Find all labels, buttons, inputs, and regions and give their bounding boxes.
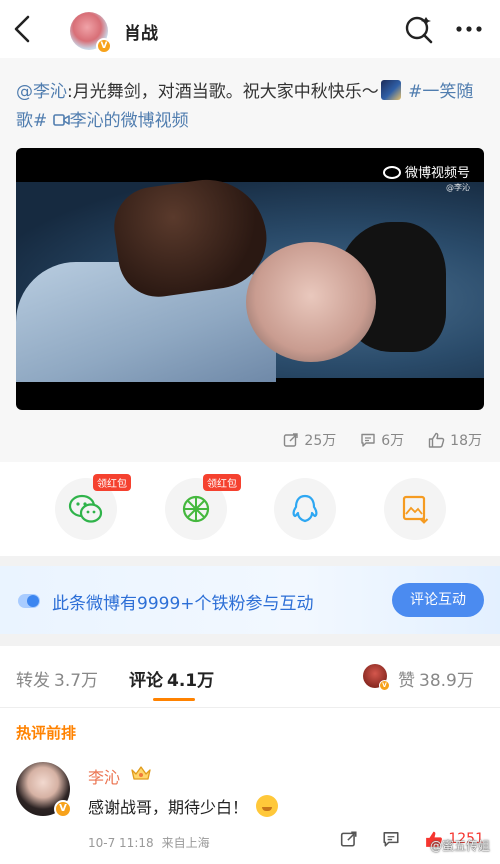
red-packet-badge: 领红包 [203, 474, 241, 491]
save-image-button[interactable] [384, 478, 446, 540]
back-arrow-icon[interactable] [8, 12, 38, 46]
fans-banner-text: 此条微博有9999+个铁粉参与互动 [52, 594, 314, 614]
video-camera-icon [52, 114, 70, 126]
share-moments-button[interactable]: 领红包 [165, 474, 241, 540]
liker-avatar: V [363, 664, 390, 691]
video-watermark-main: 微博视频号 [404, 166, 470, 181]
author-name[interactable]: 肖战 [124, 19, 158, 44]
thumbs-up-icon [428, 432, 445, 448]
tab-reposts-count: 3.7万 [54, 671, 99, 691]
post-body: @李沁:月光舞剑，对酒当歌。祝大家中秋快乐～ #一笑随歌# 李沁的微博视频 微博… [0, 58, 500, 462]
interaction-toggle-icon [18, 594, 40, 608]
feedback-tabs: 转发 3.7万 评论 4.1万 V 赞 38.9万 [0, 646, 500, 708]
video-link[interactable]: 李沁的微博视频 [52, 111, 189, 131]
qq-penguin-icon [292, 494, 318, 523]
moon-emoji-icon [380, 80, 401, 100]
active-tab-indicator [153, 698, 195, 701]
video-frame [16, 172, 484, 382]
share-bar: 领红包 领红包 [0, 462, 500, 556]
video-watermark: 微博视频号 @李沁 [382, 162, 470, 193]
tab-comments-count: 4.1万 [167, 671, 215, 691]
search-icon[interactable] [404, 14, 434, 44]
more-dots-icon[interactable] [454, 14, 484, 44]
comment-reply-icon[interactable] [382, 830, 400, 848]
tab-reposts[interactable]: 转发 3.7万 [16, 666, 98, 691]
video-player[interactable]: 微博视频号 @李沁 [16, 148, 484, 410]
tab-reposts-label: 转发 [16, 671, 50, 691]
repost-icon [284, 433, 299, 447]
comment-icon [361, 433, 375, 447]
post-stats: 25万 6万 18万 [283, 430, 482, 450]
like-count: 18万 [450, 433, 482, 449]
comment-repost-icon[interactable] [340, 830, 358, 848]
comment-count: 6万 [381, 433, 405, 449]
tab-likes-count: 38.9万 [419, 671, 474, 691]
video-watermark-sub: @李沁 [446, 183, 470, 192]
share-qq-button[interactable] [274, 478, 336, 540]
verified-badge-icon: V [379, 680, 390, 691]
repost-count: 25万 [304, 433, 337, 449]
like-stat[interactable]: 18万 [428, 430, 482, 450]
save-image-icon [402, 495, 429, 524]
hot-comments-title: 热评前排 [16, 724, 77, 742]
comment-text: 感谢战哥，期待少白！ [88, 798, 249, 817]
tab-likes[interactable]: 赞 38.9万 [398, 666, 474, 691]
weibo-logo-icon [382, 166, 401, 179]
comment-interact-button[interactable]: 评论互动 [392, 583, 484, 617]
tab-likes-label: 赞 [398, 671, 415, 691]
post-text-main: :月光舞剑，对酒当歌。祝大家中秋快乐～ [67, 82, 379, 102]
tab-comments-label: 评论 [129, 671, 163, 691]
verified-badge-icon: V [96, 38, 112, 54]
fan-crown-icon [131, 766, 151, 780]
top-nav-bar: V 肖战 [0, 0, 500, 58]
verified-badge-icon: V [54, 800, 72, 818]
share-wechat-button[interactable]: 领红包 [55, 474, 131, 540]
fans-interaction-banner: 此条微博有9999+个铁粉参与互动 评论互动 [0, 566, 500, 634]
mention-link[interactable]: @李沁 [16, 82, 67, 102]
repost-stat[interactable]: 25万 [283, 430, 336, 450]
video-scene-face [246, 242, 376, 362]
commenter-avatar[interactable]: V [16, 762, 72, 818]
video-link-label: 李沁的微博视频 [69, 111, 189, 131]
post-text: @李沁:月光舞剑，对酒当歌。祝大家中秋快乐～ #一笑随歌# 李沁的微博视频 [16, 78, 486, 136]
comment-stat[interactable]: 6万 [360, 430, 404, 450]
red-packet-badge: 领红包 [93, 474, 131, 491]
comment-meta: 10-7 11:18 来自上海 [88, 834, 210, 851]
comment-text-row: 感谢战哥，期待少白！ [88, 794, 279, 818]
comment-location: 来自上海 [161, 836, 210, 850]
tab-comments[interactable]: 评论 4.1万 [129, 666, 214, 691]
author-avatar[interactable]: V [70, 12, 112, 54]
page-watermark: @蜜五传姐 [429, 839, 490, 853]
commenter-name[interactable]: 李沁 [88, 764, 120, 788]
shy-face-emoji-icon [256, 795, 279, 817]
comments-section: 热评前排 V 李沁 感谢战哥，期待少白！ 10-7 11:18 来自上海 1251… [0, 708, 500, 864]
comment-time: 10-7 11:18 [88, 836, 154, 850]
